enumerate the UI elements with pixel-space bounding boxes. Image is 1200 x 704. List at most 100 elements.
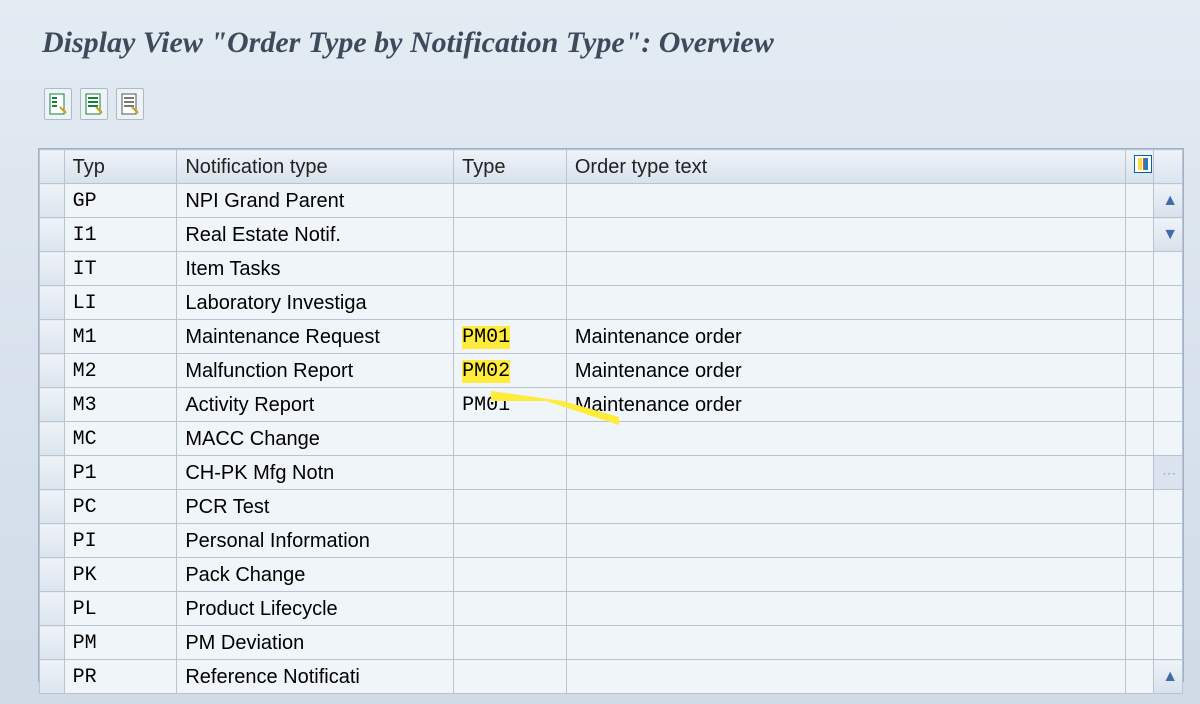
cell-order-type-text[interactable]	[566, 218, 1125, 252]
row-selector[interactable]	[40, 286, 65, 320]
cell-order-type-text[interactable]	[566, 286, 1125, 320]
cell-typ[interactable]: PR	[64, 660, 177, 694]
row-selector[interactable]	[40, 626, 65, 660]
cell-order-type-text[interactable]	[566, 660, 1125, 694]
scroll-page-up-button[interactable]: ▲	[1154, 660, 1183, 694]
table-row[interactable]: PIPersonal Information	[40, 524, 1183, 558]
toolbar-button-2[interactable]	[80, 88, 108, 120]
cell-notification-type[interactable]: Maintenance Request	[177, 320, 454, 354]
table-row[interactable]: GPNPI Grand Parent▲	[40, 184, 1183, 218]
cell-order-type-text[interactable]: Maintenance order	[566, 388, 1125, 422]
scroll-track[interactable]	[1154, 524, 1183, 558]
table-row[interactable]: ITItem Tasks	[40, 252, 1183, 286]
row-selector[interactable]	[40, 660, 65, 694]
cell-type[interactable]	[454, 592, 567, 626]
row-selector[interactable]	[40, 592, 65, 626]
cell-type[interactable]	[454, 490, 567, 524]
row-selector[interactable]	[40, 422, 65, 456]
cell-notification-type[interactable]: Personal Information	[177, 524, 454, 558]
cell-type[interactable]: PM02	[454, 354, 567, 388]
cell-typ[interactable]: IT	[64, 252, 177, 286]
cell-order-type-text[interactable]	[566, 490, 1125, 524]
toolbar-button-1[interactable]	[44, 88, 72, 120]
table-row[interactable]: PRReference Notificati ▲	[40, 660, 1183, 694]
cell-type[interactable]	[454, 218, 567, 252]
cell-notification-type[interactable]: Item Tasks	[177, 252, 454, 286]
scroll-track[interactable]	[1154, 320, 1183, 354]
cell-notification-type[interactable]: Reference Notificati	[177, 660, 454, 694]
cell-type[interactable]: PM01	[454, 388, 567, 422]
cell-order-type-text[interactable]: Maintenance order	[566, 354, 1125, 388]
table-row[interactable]: M3Activity ReportPM01Maintenance order	[40, 388, 1183, 422]
row-selector[interactable]	[40, 354, 65, 388]
cell-typ[interactable]: PC	[64, 490, 177, 524]
row-selector[interactable]	[40, 456, 65, 490]
scroll-track[interactable]	[1154, 252, 1183, 286]
configure-columns-button[interactable]	[1125, 150, 1154, 184]
cell-notification-type[interactable]: CH-PK Mfg Notn	[177, 456, 454, 490]
scroll-track[interactable]	[1154, 354, 1183, 388]
row-selector[interactable]	[40, 524, 65, 558]
row-selector[interactable]	[40, 490, 65, 524]
cell-order-type-text[interactable]	[566, 626, 1125, 660]
cell-notification-type[interactable]: NPI Grand Parent	[177, 184, 454, 218]
column-typ[interactable]: Typ	[64, 150, 177, 184]
cell-typ[interactable]: M1	[64, 320, 177, 354]
cell-notification-type[interactable]: Real Estate Notif.	[177, 218, 454, 252]
cell-order-type-text[interactable]: Maintenance order	[566, 320, 1125, 354]
table-row[interactable]: MCMACC Change	[40, 422, 1183, 456]
column-order-type-text[interactable]: Order type text	[566, 150, 1125, 184]
cell-order-type-text[interactable]	[566, 456, 1125, 490]
cell-typ[interactable]: PL	[64, 592, 177, 626]
cell-type[interactable]	[454, 558, 567, 592]
cell-type[interactable]	[454, 660, 567, 694]
cell-order-type-text[interactable]	[566, 422, 1125, 456]
column-selector[interactable]	[40, 150, 65, 184]
cell-typ[interactable]: I1	[64, 218, 177, 252]
cell-type[interactable]	[454, 422, 567, 456]
scroll-track[interactable]	[1154, 286, 1183, 320]
cell-type[interactable]	[454, 184, 567, 218]
cell-typ[interactable]: LI	[64, 286, 177, 320]
row-selector[interactable]	[40, 184, 65, 218]
table-row[interactable]: I1Real Estate Notif. ▼	[40, 218, 1183, 252]
row-selector[interactable]	[40, 218, 65, 252]
table-row[interactable]: M1Maintenance RequestPM01Maintenance ord…	[40, 320, 1183, 354]
scroll-track[interactable]	[1154, 592, 1183, 626]
cell-type[interactable]	[454, 626, 567, 660]
row-selector[interactable]	[40, 252, 65, 286]
cell-notification-type[interactable]: MACC Change	[177, 422, 454, 456]
table-row[interactable]: PMPM Deviation	[40, 626, 1183, 660]
toolbar-button-3[interactable]	[116, 88, 144, 120]
column-type[interactable]: Type	[454, 150, 567, 184]
table-row[interactable]: M2Malfunction ReportPM02Maintenance orde…	[40, 354, 1183, 388]
scroll-track[interactable]	[1154, 388, 1183, 422]
cell-notification-type[interactable]: Laboratory Investiga	[177, 286, 454, 320]
cell-typ[interactable]: PM	[64, 626, 177, 660]
cell-typ[interactable]: M2	[64, 354, 177, 388]
cell-type[interactable]	[454, 456, 567, 490]
table-row[interactable]: PKPack Change	[40, 558, 1183, 592]
cell-typ[interactable]: MC	[64, 422, 177, 456]
scroll-track[interactable]	[1154, 626, 1183, 660]
cell-type[interactable]	[454, 524, 567, 558]
scroll-track[interactable]	[1154, 422, 1183, 456]
cell-notification-type[interactable]: Activity Report	[177, 388, 454, 422]
cell-order-type-text[interactable]	[566, 558, 1125, 592]
table-row[interactable]: PLProduct Lifecycle	[40, 592, 1183, 626]
cell-notification-type[interactable]: Pack Change	[177, 558, 454, 592]
cell-typ[interactable]: PK	[64, 558, 177, 592]
cell-notification-type[interactable]: PCR Test	[177, 490, 454, 524]
cell-order-type-text[interactable]	[566, 184, 1125, 218]
cell-type[interactable]: PM01	[454, 320, 567, 354]
cell-typ[interactable]: PI	[64, 524, 177, 558]
scroll-track[interactable]	[1154, 558, 1183, 592]
cell-notification-type[interactable]: Product Lifecycle	[177, 592, 454, 626]
table-row[interactable]: PCPCR Test	[40, 490, 1183, 524]
cell-typ[interactable]: P1	[64, 456, 177, 490]
cell-typ[interactable]: M3	[64, 388, 177, 422]
scroll-down-button[interactable]: ▼	[1154, 218, 1183, 252]
scroll-up-button[interactable]: ▲	[1154, 184, 1183, 218]
cell-notification-type[interactable]: PM Deviation	[177, 626, 454, 660]
cell-order-type-text[interactable]	[566, 592, 1125, 626]
